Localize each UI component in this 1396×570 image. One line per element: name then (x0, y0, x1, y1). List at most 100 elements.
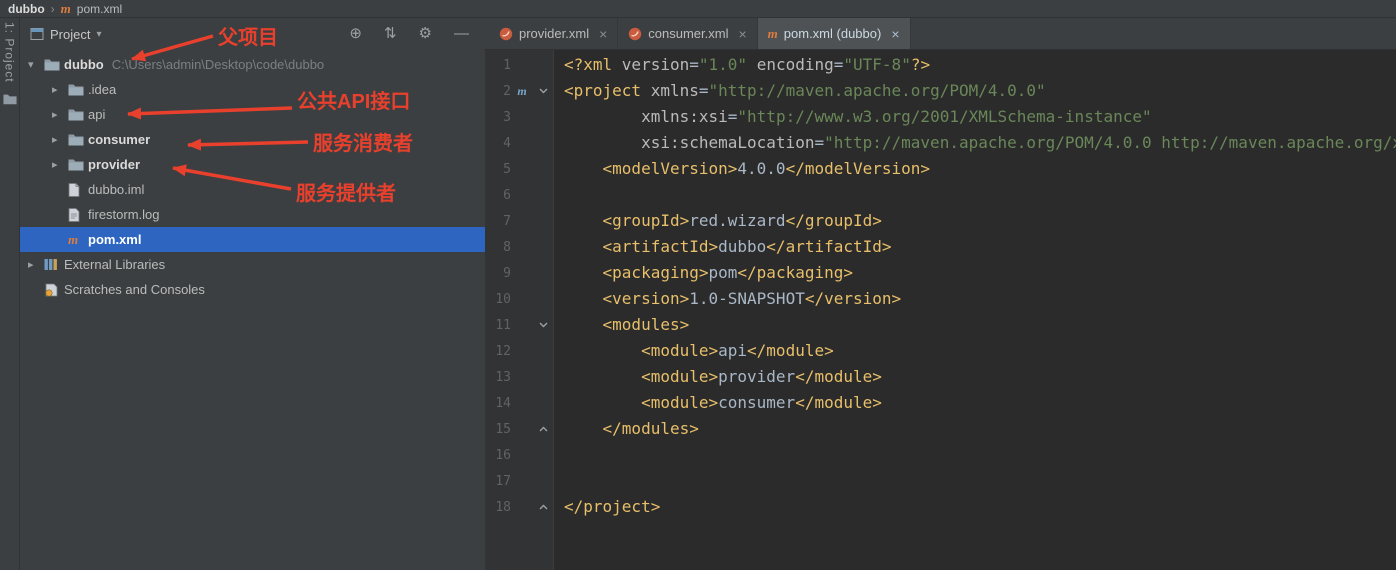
maven-icon: m (60, 1, 71, 16)
fold-end-icon[interactable] (533, 504, 553, 510)
tree-item-label: api (88, 107, 106, 122)
code-line[interactable]: <modules> (564, 312, 1396, 338)
code-line[interactable]: <?xml version="1.0" encoding="UTF-8"?> (564, 52, 1396, 78)
tree-item-label: dubbo.iml (88, 182, 145, 197)
line-number: 5 (503, 161, 511, 177)
tree-item-label: dubbo (64, 57, 104, 72)
code-line[interactable]: <packaging>pom</packaging> (564, 260, 1396, 286)
line-number: 11 (495, 317, 511, 333)
editor-tab-bar: provider.xml × consumer.xml × m pom.xml … (485, 18, 1396, 50)
code-line[interactable] (564, 442, 1396, 468)
chevron-right-icon[interactable]: ▸ (52, 158, 68, 171)
code-line[interactable]: <module>api</module> (564, 338, 1396, 364)
code-line[interactable]: <project xmlns="http://maven.apache.org/… (564, 78, 1396, 104)
line-number: 17 (495, 473, 511, 489)
line-number: 6 (503, 187, 511, 203)
tree-item-external-libraries[interactable]: ▸ External Libraries (20, 252, 485, 277)
scratch-icon (44, 283, 64, 297)
locate-icon[interactable]: ⊕ (349, 25, 362, 42)
line-number: 4 (503, 135, 511, 151)
project-tree: ▾ dubbo C:\Users\admin\Desktop\code\dubb… (20, 50, 485, 302)
breadcrumb-project[interactable]: dubbo (8, 2, 45, 16)
fold-expanded-icon[interactable] (533, 322, 553, 328)
chevron-right-icon[interactable]: ▸ (52, 108, 68, 121)
tree-item-dubbo[interactable]: ▾ dubbo C:\Users\admin\Desktop\code\dubb… (20, 52, 485, 77)
code-line[interactable]: </project> (564, 494, 1396, 520)
tree-item-pom-xml[interactable]: m pom.xml (20, 227, 485, 252)
chevron-right-icon[interactable]: ▸ (28, 258, 44, 271)
gutter-row: 18 (485, 494, 553, 520)
code-line[interactable]: <modelVersion>4.0.0</modelVersion> (564, 156, 1396, 182)
folder-icon (68, 133, 88, 146)
tab-label: consumer.xml (648, 26, 729, 41)
gutter-row: 9 (485, 260, 553, 286)
line-number: 16 (495, 447, 511, 463)
line-number: 13 (495, 369, 511, 385)
code-line[interactable]: <module>provider</module> (564, 364, 1396, 390)
spring-file-icon (499, 27, 513, 41)
tree-item-provider[interactable]: ▸ provider (20, 152, 485, 177)
fold-expanded-icon[interactable] (533, 88, 553, 94)
code-line[interactable] (564, 468, 1396, 494)
project-panel-header: Project ▾ ⊕ ⇅ ⚙ — (20, 18, 485, 50)
ide-window: dubbo › m pom.xml 1: Project Project ▾ ⊕… (0, 0, 1396, 570)
breadcrumb-separator-icon: › (50, 1, 55, 16)
tree-item-firestorm-log[interactable]: firestorm.log (20, 202, 485, 227)
code-line[interactable]: <artifactId>dubbo</artifactId> (564, 234, 1396, 260)
project-tool-window-button[interactable]: 1: Project (3, 22, 17, 83)
close-icon[interactable]: × (891, 26, 899, 42)
chevron-right-icon[interactable]: ▸ (52, 133, 68, 146)
chevron-down-icon[interactable]: ▾ (96, 29, 101, 40)
code-line[interactable]: xsi:schemaLocation="http://maven.apache.… (564, 130, 1396, 156)
editor-tab[interactable]: consumer.xml × (618, 18, 758, 49)
tree-item-label: External Libraries (64, 257, 166, 272)
library-icon (44, 258, 64, 271)
close-icon[interactable]: × (599, 26, 607, 42)
line-number: 8 (503, 239, 511, 255)
hide-icon[interactable]: — (454, 25, 469, 42)
maven-module-icon: m (517, 83, 527, 98)
folder-icon (68, 83, 88, 96)
breadcrumb-file[interactable]: pom.xml (77, 2, 122, 16)
editor-tab[interactable]: provider.xml × (489, 18, 619, 49)
gutter-row: 6 (485, 182, 553, 208)
collapse-all-icon[interactable]: ⇅ (384, 25, 397, 42)
code-line[interactable]: <version>1.0-SNAPSHOT</version> (564, 286, 1396, 312)
code-line[interactable]: <groupId>red.wizard</groupId> (564, 208, 1396, 234)
gutter-row: 17 (485, 468, 553, 494)
tree-item--idea[interactable]: ▸ .idea (20, 77, 485, 102)
chevron-right-icon[interactable]: ▸ (52, 83, 68, 96)
maven-file-icon: m (767, 26, 778, 41)
project-view-icon (30, 27, 44, 41)
project-panel-title[interactable]: Project (50, 27, 90, 42)
tree-item-path: C:\Users\admin\Desktop\code\dubbo (111, 57, 325, 72)
settings-icon[interactable]: ⚙ (419, 25, 432, 42)
tree-item-label: provider (88, 157, 141, 172)
line-number: 14 (495, 395, 511, 411)
folder-icon (44, 58, 64, 71)
gutter-row: 16 (485, 442, 553, 468)
code-line[interactable]: <module>consumer</module> (564, 390, 1396, 416)
code-line[interactable] (564, 182, 1396, 208)
gutter-row: 14 (485, 390, 553, 416)
editor-body: 1 2 m 3 4 5 6 7 8 9 10 11 12 13 14 15 16… (485, 50, 1396, 570)
gutter-row: 11 (485, 312, 553, 338)
fold-end-icon[interactable] (533, 426, 553, 432)
tree-item-consumer[interactable]: ▸ consumer (20, 127, 485, 152)
code-line[interactable]: </modules> (564, 416, 1396, 442)
tree-item-scratches-and-consoles[interactable]: Scratches and Consoles (20, 277, 485, 302)
code-line[interactable]: xmlns:xsi="http://www.w3.org/2001/XMLSch… (564, 104, 1396, 130)
folder-icon (68, 158, 88, 171)
editor-tab[interactable]: m pom.xml (dubbo) × (757, 18, 911, 49)
code-area[interactable]: <?xml version="1.0" encoding="UTF-8"?> <p… (554, 50, 1396, 570)
gutter-row: 7 (485, 208, 553, 234)
close-icon[interactable]: × (738, 26, 746, 42)
gutter-row: 2 m (485, 78, 553, 104)
line-number: 12 (495, 343, 511, 359)
tree-item-dubbo-iml[interactable]: dubbo.iml (20, 177, 485, 202)
gutter-row: 4 (485, 130, 553, 156)
chevron-down-icon[interactable]: ▾ (28, 58, 44, 71)
editor-area: provider.xml × consumer.xml × m pom.xml … (485, 18, 1396, 570)
editor-gutter: 1 2 m 3 4 5 6 7 8 9 10 11 12 13 14 15 16… (485, 50, 554, 570)
tree-item-api[interactable]: ▸ api (20, 102, 485, 127)
